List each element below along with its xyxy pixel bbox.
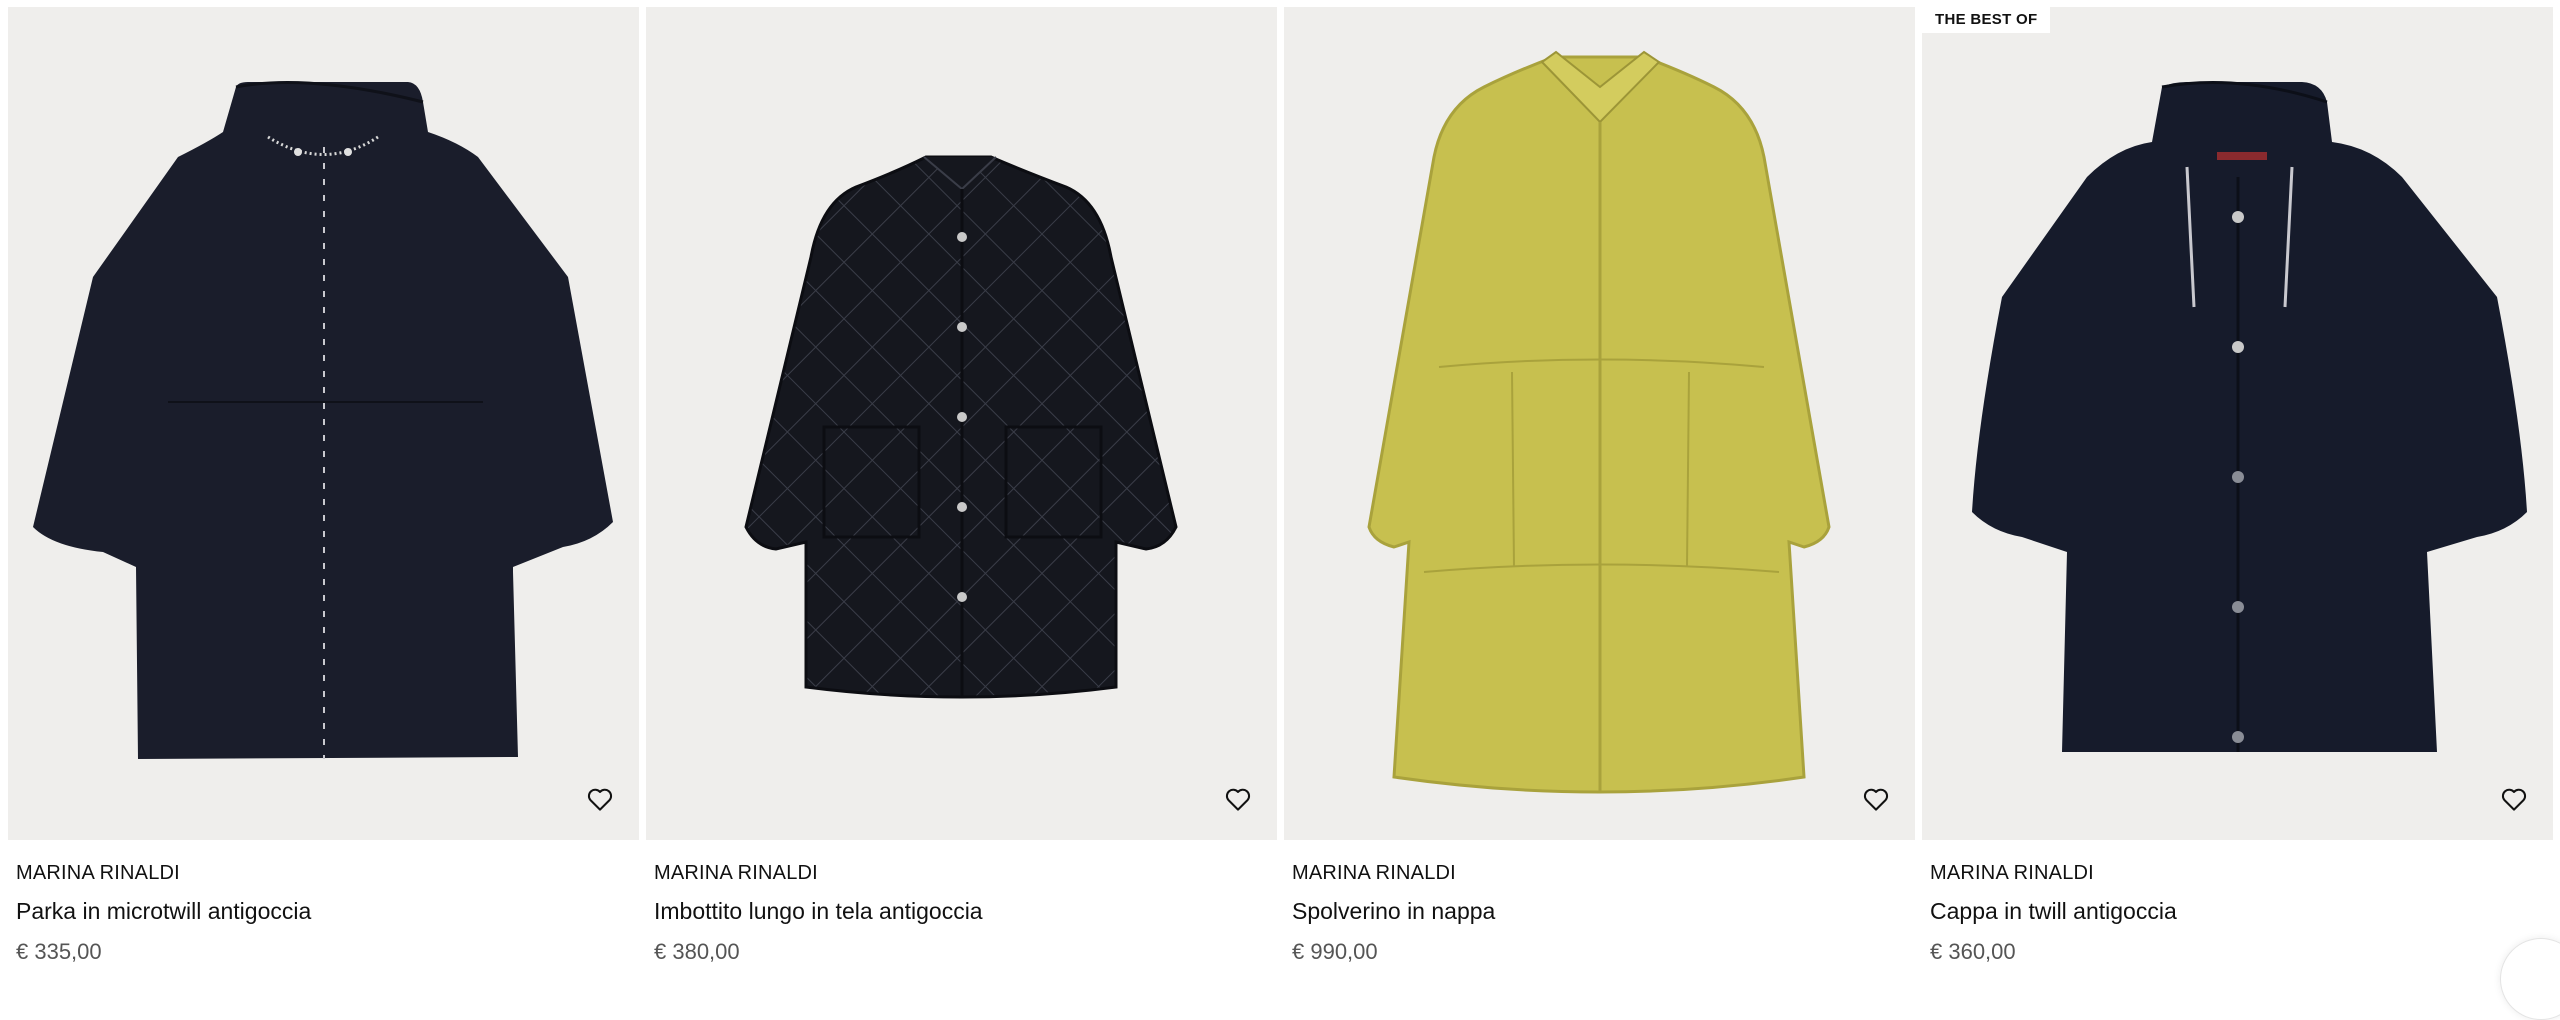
product-price: € 360,00 [1930,939,2016,964]
product-card[interactable]: MARINA RINALDI Spolverino in nappa € 990… [1284,7,1915,965]
product-badge: THE BEST OF [1922,7,2051,33]
leather-coat-image [1367,50,1831,794]
product-name-link[interactable]: Spolverino in nappa [1284,898,1915,925]
product-name-link[interactable]: Cappa in twill antigoccia [1922,898,2553,925]
product-brand: MARINA RINALDI [654,862,818,884]
heart-outline-icon [1225,788,1251,811]
product-image[interactable] [8,7,639,840]
wishlist-button[interactable] [2495,780,2533,818]
hooded-cape-image [1972,80,2527,752]
heart-outline-icon [1863,788,1889,811]
product-card[interactable]: THE BEST OF MARINA RINALDI Cappa in twil… [1922,7,2553,965]
product-price: € 380,00 [654,939,740,964]
quilted-jacket-image [744,155,1178,699]
product-card[interactable]: MARINA RINALDI Parka in microtwill antig… [8,7,639,965]
hooded-parka-image [33,80,613,759]
heart-outline-icon [2501,788,2527,811]
product-grid: MARINA RINALDI Parka in microtwill antig… [0,0,2560,1020]
product-price: € 990,00 [1292,939,1378,964]
product-name-link[interactable]: Imbottito lungo in tela antigoccia [646,898,1277,925]
wishlist-button[interactable] [581,780,619,818]
wishlist-button[interactable] [1857,780,1895,818]
product-image[interactable]: THE BEST OF [1922,7,2553,840]
product-brand: MARINA RINALDI [16,862,180,884]
product-image[interactable] [1284,7,1915,840]
heart-outline-icon [587,788,613,811]
wishlist-button[interactable] [1219,780,1257,818]
product-image[interactable] [646,7,1277,840]
product-card[interactable]: MARINA RINALDI Imbottito lungo in tela a… [646,7,1277,965]
product-name-link[interactable]: Parka in microtwill antigoccia [8,898,639,925]
product-brand: MARINA RINALDI [1292,862,1456,884]
product-price: € 335,00 [16,939,102,964]
product-brand: MARINA RINALDI [1930,862,2094,884]
